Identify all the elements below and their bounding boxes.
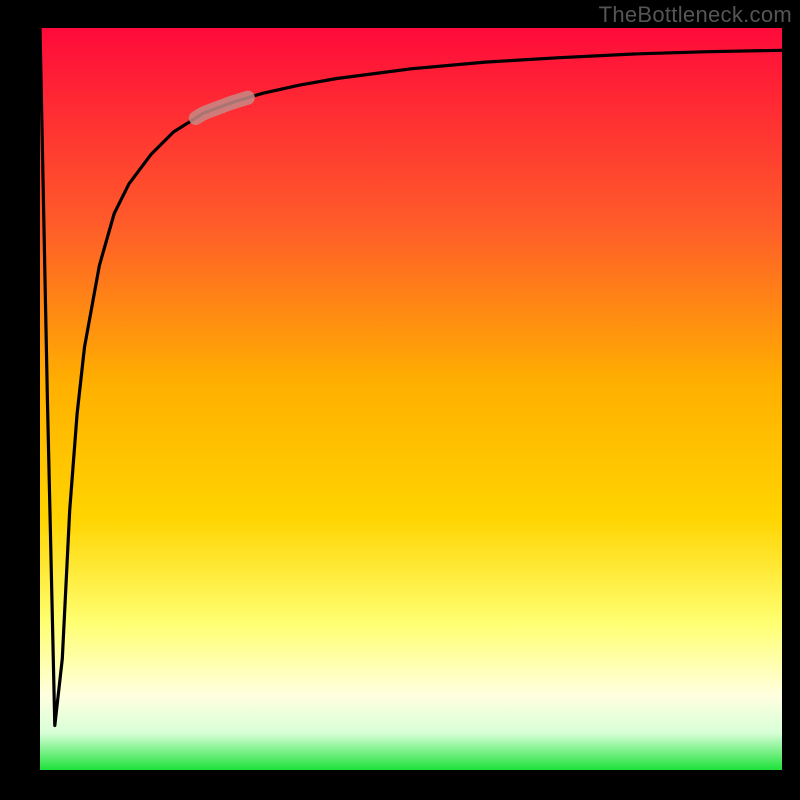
watermark-text: TheBottleneck.com [599, 2, 792, 28]
chart-stage: TheBottleneck.com [0, 0, 800, 800]
plot-area [40, 28, 782, 770]
chart-svg [0, 0, 800, 800]
